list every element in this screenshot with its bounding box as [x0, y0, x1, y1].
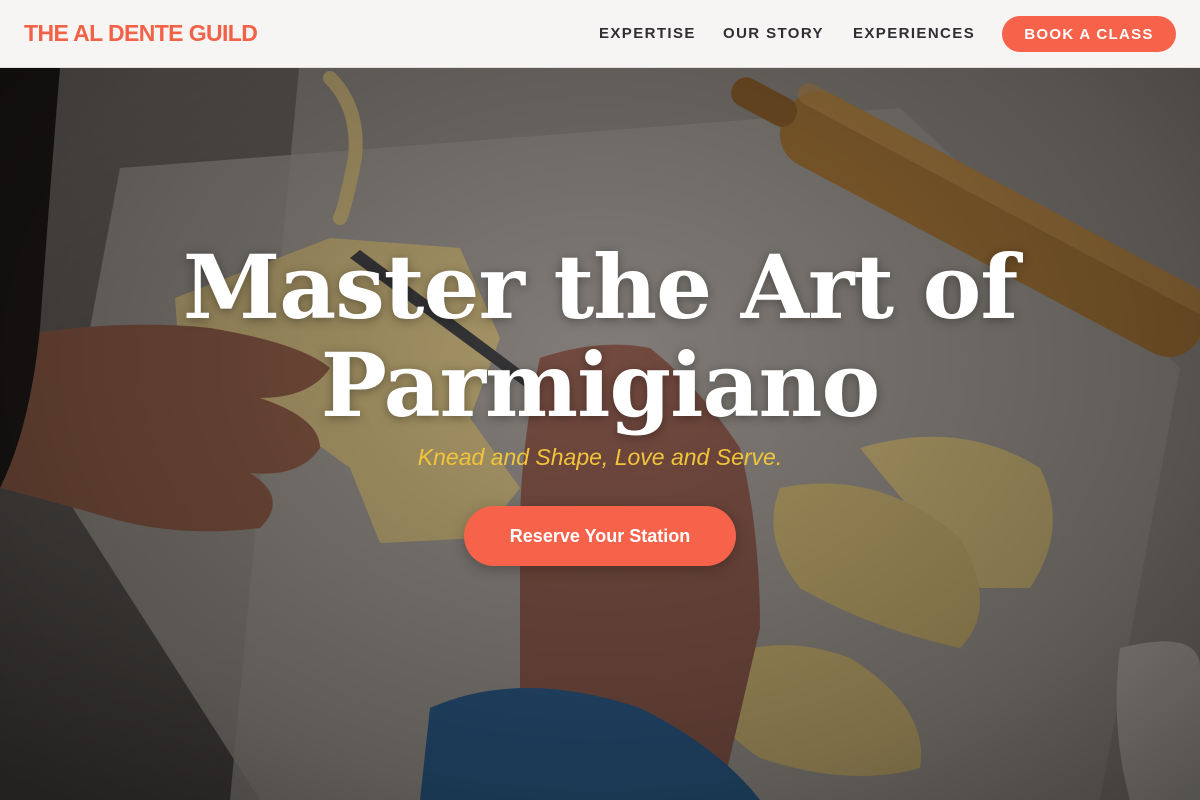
book-a-class-button[interactable]: BOOK A CLASS [1002, 16, 1176, 52]
hero-title-line-1: Master the Art of [182, 235, 1018, 339]
reserve-station-button[interactable]: Reserve Your Station [464, 506, 736, 566]
hero-subtitle: Knead and Shape, Love and Serve. [417, 444, 783, 470]
nav-link-expertise[interactable]: EXPERTISE [599, 25, 696, 42]
hero-title-line-2: Parmigiano [320, 333, 880, 437]
navbar: THE AL DENTE GUILD EXPERTISE OUR STORY E… [0, 0, 1200, 68]
hero-title: Master the Art of Parmigiano [0, 238, 1200, 434]
nav-link-our-story[interactable]: OUR STORY [723, 25, 824, 42]
nav-link-experiences[interactable]: EXPERIENCES [853, 25, 975, 42]
hero-section: Master the Art of Parmigiano Knead and S… [0, 68, 1200, 800]
